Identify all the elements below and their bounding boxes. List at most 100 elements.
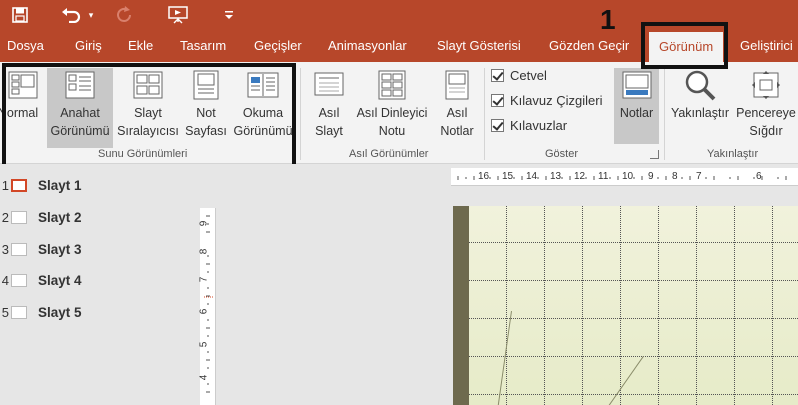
zoom-label: Yakınlaştır xyxy=(670,106,730,120)
gridline xyxy=(620,206,621,405)
tab-file[interactable]: Dosya xyxy=(7,30,44,62)
guides-checkbox[interactable] xyxy=(491,119,504,132)
redo-icon[interactable] xyxy=(114,4,136,26)
notes-toggle-button[interactable]: Notlar xyxy=(614,68,659,144)
slide-thumbnail-item[interactable]: 3 Slayt 3 xyxy=(0,237,82,261)
slide-title: Slayt 4 xyxy=(38,272,82,288)
ruler-label: 9 xyxy=(648,171,654,182)
group-separator xyxy=(484,68,485,160)
slide-master-icon xyxy=(312,68,346,102)
slide-canvas[interactable] xyxy=(453,206,798,405)
zoom-group-label: Yakınlaştır xyxy=(707,148,759,160)
ruler-label: 12 xyxy=(574,171,586,182)
ruler-checkbox-row[interactable]: Cetvel xyxy=(491,68,547,83)
ruler-label: 8 xyxy=(672,171,678,182)
slide-title: Slayt 3 xyxy=(38,241,82,257)
slide-title: Slayt 2 xyxy=(38,209,82,225)
group-separator xyxy=(664,68,665,160)
gridline xyxy=(696,206,697,405)
slide-thumbnail-item[interactable]: 4 Slayt 4 xyxy=(0,268,82,292)
slide-thumbnail-item[interactable]: 1 Slayt 1 xyxy=(0,173,82,197)
guides-checkbox-label: Kılavuzlar xyxy=(510,118,568,133)
present-icon[interactable] xyxy=(166,4,190,26)
show-dialog-launcher-icon[interactable] xyxy=(650,150,659,159)
show-group-label: Göster xyxy=(545,148,579,160)
gridlines-checkbox-row[interactable]: Kılavuz Çizgileri xyxy=(491,93,602,108)
notes-master-label-1: Asıl xyxy=(446,106,468,120)
guides-checkbox-row[interactable]: Kılavuzlar xyxy=(491,118,567,133)
slide-thumbnail[interactable] xyxy=(11,178,27,192)
gridline xyxy=(582,206,583,405)
ruler-checkbox-label: Cetvel xyxy=(510,68,547,83)
tab-transitions[interactable]: Geçişler xyxy=(254,30,302,62)
gridline xyxy=(772,206,773,405)
handout-master-button[interactable]: Asıl Dinleyici Notu xyxy=(351,68,433,148)
gridlines-checkbox[interactable] xyxy=(491,94,504,107)
slide-number: 3 xyxy=(1,241,9,257)
slide-thumbnail-item[interactable]: 5 Slayt 5 xyxy=(0,300,82,324)
slide-thumbnail-panel: 1 Slayt 1 2 Slayt 2 3 Slayt 3 4 Slayt 4 … xyxy=(0,164,193,405)
horizontal-ruler[interactable]: 16 15 14 13 12 11 10 9 8 7 6 xyxy=(451,168,798,186)
fit-to-window-button[interactable]: Pencereye Sığdır xyxy=(734,68,798,148)
gridlines-checkbox-label: Kılavuz Çizgileri xyxy=(510,93,603,108)
slide-background xyxy=(469,206,798,405)
ruler-label: 7 xyxy=(198,276,210,283)
slide-number: 5 xyxy=(1,304,9,320)
ruler-label: 14 xyxy=(526,171,538,182)
tab-animations[interactable]: Animasyonlar xyxy=(328,30,407,62)
ruler-label: 4 xyxy=(198,374,210,381)
notes-toggle-label: Notlar xyxy=(619,106,654,120)
handout-master-icon xyxy=(375,68,409,102)
fit-to-window-label-1: Pencereye xyxy=(736,106,796,120)
slide-thumbnail-item[interactable]: 2 Slayt 2 xyxy=(0,205,82,229)
zoom-button[interactable]: Yakınlaştır xyxy=(668,68,732,148)
tab-slide-show[interactable]: Slayt Gösterisi xyxy=(437,30,521,62)
ruler-label: 9 xyxy=(198,220,210,227)
slide-master-label-1: Asıl xyxy=(318,106,340,120)
undo-icon[interactable] xyxy=(58,4,84,26)
slide-thumbnail[interactable] xyxy=(11,210,27,224)
handout-master-label-2: Notu xyxy=(378,124,406,138)
tab-insert[interactable]: Ekle xyxy=(128,30,153,62)
gridline xyxy=(469,280,798,281)
notes-master-label-2: Notlar xyxy=(440,124,474,138)
slide-number: 1 xyxy=(1,177,9,193)
ruler-label: 6 xyxy=(198,308,210,315)
ruler-label: 10 xyxy=(622,171,634,182)
fit-to-window-label-2: Sığdır xyxy=(749,124,783,138)
ruler-label: 5 xyxy=(198,341,210,348)
notes-master-button[interactable]: Asıl Notlar xyxy=(436,68,478,148)
save-icon[interactable] xyxy=(8,4,32,26)
slide-thumbnail[interactable] xyxy=(11,273,27,287)
ruler-checkbox[interactable] xyxy=(491,69,504,82)
fit-to-window-icon xyxy=(749,68,783,102)
ruler-label: 15 xyxy=(502,171,514,182)
slide-master-button[interactable]: Asıl Slayt xyxy=(308,68,350,148)
gridline xyxy=(658,206,659,405)
slide-background-shade xyxy=(453,206,469,405)
gridline xyxy=(506,206,507,405)
view-tab-highlight xyxy=(641,22,728,69)
tab-home[interactable]: Giriş xyxy=(75,30,102,62)
ruler-label: 11 xyxy=(598,171,609,182)
tab-review[interactable]: Gözden Geçir xyxy=(549,30,629,62)
tab-developer[interactable]: Geliştirici xyxy=(740,30,793,62)
handout-master-label-1: Asıl Dinleyici xyxy=(356,106,428,120)
slide-thumbnail[interactable] xyxy=(11,305,27,319)
gridline xyxy=(469,356,798,357)
presentation-views-highlight xyxy=(2,63,296,171)
ruler-label: 8 xyxy=(198,248,210,255)
magnifier-icon xyxy=(683,68,717,102)
annotation-marker-1: 1 xyxy=(600,4,616,35)
gridline xyxy=(469,394,798,395)
ruler-label: 6 xyxy=(756,171,762,182)
tab-design[interactable]: Tasarım xyxy=(180,30,226,62)
slide-thumbnail[interactable] xyxy=(11,242,27,256)
ruler-label: 7 xyxy=(696,171,702,182)
customize-icon[interactable] xyxy=(222,4,236,26)
ruler-label: 16 xyxy=(478,171,490,182)
slide-master-label-2: Slayt xyxy=(315,124,343,138)
slide-title: Slayt 5 xyxy=(38,304,82,320)
undo-dropdown-icon[interactable]: ▾ xyxy=(86,4,96,26)
vertical-ruler[interactable]: 9 8 7 6 5 4 xyxy=(198,208,216,405)
